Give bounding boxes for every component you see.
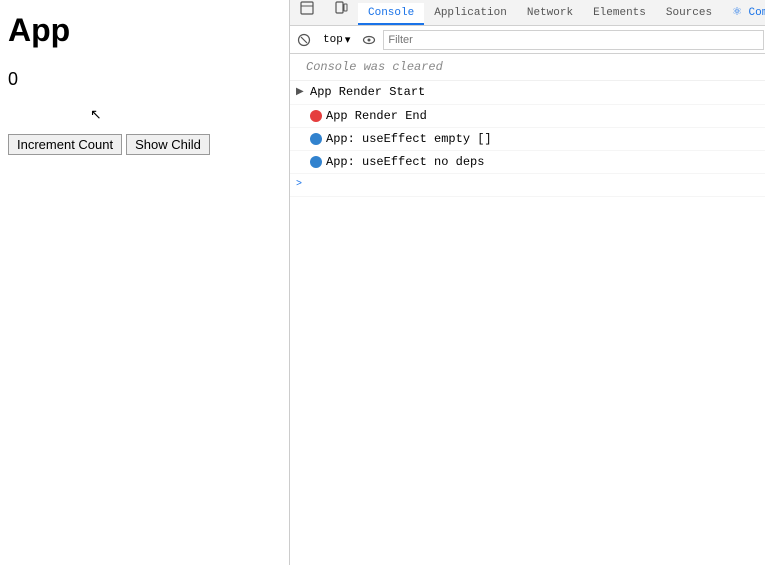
context-select-label: top [323, 34, 343, 46]
count-display: 0 [8, 69, 281, 90]
tab-sources[interactable]: Sources [656, 3, 722, 25]
show-child-button[interactable]: Show Child [126, 134, 210, 155]
info-circle-icon [310, 133, 322, 145]
cursor-area: ↖ [8, 106, 281, 126]
tab-network[interactable]: Network [517, 3, 583, 25]
console-cleared-message: Console was cleared [290, 54, 765, 81]
error-circle-icon [310, 110, 322, 122]
tab-elements[interactable]: Elements [583, 3, 656, 25]
devtools-icon-inspect[interactable] [290, 0, 324, 25]
console-row: App: useEffect empty [] [290, 128, 765, 151]
console-toolbar: top ▾ Custom [290, 26, 765, 54]
devtools-icon-device[interactable] [324, 0, 358, 25]
expand-arrow-icon[interactable]: ▶ [296, 85, 306, 101]
console-row: App: useEffect no deps [290, 151, 765, 174]
context-select-arrow: ▾ [345, 33, 351, 47]
info-circle-icon [310, 156, 322, 168]
devtools-tabs: Console Application Network Elements Sou… [290, 0, 765, 26]
console-message-text: App Render Start [310, 84, 765, 100]
expand-right-icon[interactable]: > [296, 177, 308, 193]
eye-icon[interactable] [361, 32, 377, 48]
cursor-icon: ↖ [90, 106, 102, 123]
console-messages: Console was cleared ▶ App Render Start A… [290, 54, 765, 565]
console-message-text: App Render End [326, 108, 765, 124]
filter-input[interactable] [383, 30, 764, 50]
console-expand-row: > [290, 174, 765, 197]
clear-console-icon[interactable] [296, 32, 312, 48]
console-message-text: App: useEffect no deps [326, 154, 765, 170]
tab-components[interactable]: ⚛ Components [722, 1, 765, 25]
app-title: App [8, 12, 281, 49]
devtools-panel: Console Application Network Elements Sou… [290, 0, 765, 565]
button-row: Increment Count Show Child [8, 134, 281, 155]
context-select[interactable]: top ▾ [318, 30, 355, 50]
increment-count-button[interactable]: Increment Count [8, 134, 122, 155]
console-row: ▶ App Render Start [290, 81, 765, 105]
app-panel: App 0 ↖ Increment Count Show Child [0, 0, 290, 565]
tab-application[interactable]: Application [424, 3, 517, 25]
console-row: App Render End [290, 105, 765, 128]
console-message-text: App: useEffect empty [] [326, 131, 765, 147]
tab-console[interactable]: Console [358, 3, 424, 25]
